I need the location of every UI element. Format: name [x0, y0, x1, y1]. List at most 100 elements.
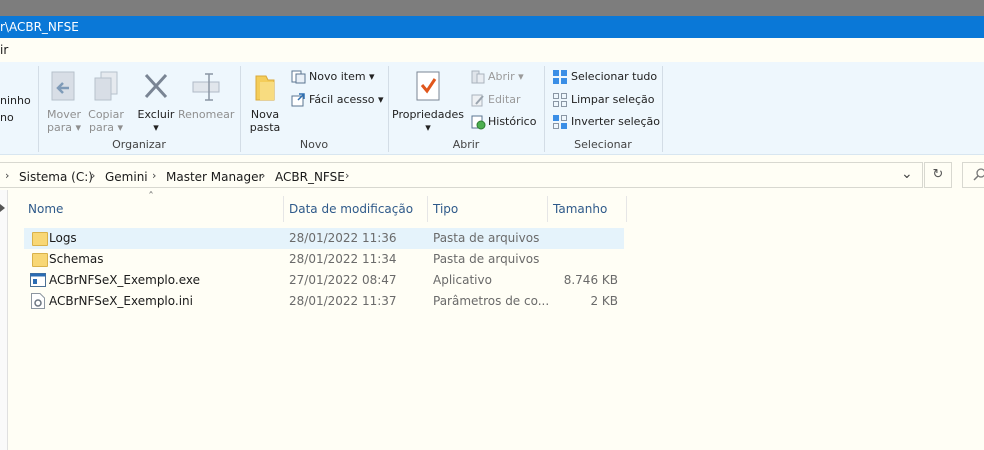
file-modified: 28/01/2022 11:37	[289, 294, 397, 308]
file-row-schemas[interactable]: Schemas 28/01/2022 11:34 Pasta de arquiv…	[24, 249, 624, 270]
breadcrumb-chevron-icon[interactable]: ›	[91, 169, 95, 182]
column-header-type[interactable]: Tipo	[433, 202, 458, 218]
breadcrumb-item-gemini[interactable]: Gemini	[105, 170, 148, 184]
rename-button[interactable]: Renomear	[178, 70, 234, 121]
file-type: Aplicativo	[433, 273, 492, 287]
select-all-button[interactable]: Selecionar tudo	[552, 68, 657, 86]
collapse-arrow-icon[interactable]	[0, 204, 6, 212]
breadcrumb-chevron-icon[interactable]: ›	[5, 169, 9, 182]
new-item-label: Novo item ▾	[309, 70, 375, 83]
move-to-label: Mover	[46, 108, 82, 121]
desktop-strip	[0, 0, 984, 16]
search-icon	[973, 168, 984, 181]
file-row-logs[interactable]: Logs 28/01/2022 11:36 Pasta de arquivos	[24, 228, 624, 249]
new-folder-button[interactable]: Nova pasta	[246, 70, 284, 134]
column-header-modified[interactable]: Data de modificação	[289, 202, 413, 218]
open-icon	[471, 70, 485, 84]
ribbon-partial-line2: no	[0, 111, 14, 124]
delete-label: Excluir	[137, 108, 175, 121]
move-to-icon	[51, 71, 75, 101]
exe-icon	[30, 273, 46, 287]
title-bar[interactable]: r\ACBR_NFSE	[0, 16, 984, 38]
new-folder-label: Nova	[250, 108, 280, 121]
window-title: r\ACBR_NFSE	[0, 20, 79, 34]
properties-icon	[416, 71, 440, 101]
invert-selection-button[interactable]: Inverter seleção	[552, 113, 660, 131]
history-icon	[471, 115, 486, 130]
new-folder-icon	[255, 75, 275, 101]
file-modified: 28/01/2022 11:36	[289, 231, 397, 245]
refresh-button[interactable]: ↻	[924, 162, 952, 188]
breadcrumb-item-sistema[interactable]: Sistema (C:)	[19, 170, 93, 184]
clear-selection-button[interactable]: Limpar seleção	[552, 91, 654, 109]
easy-access-icon	[291, 93, 305, 107]
delete-button[interactable]: Excluir ▾	[134, 70, 178, 134]
folder-icon	[32, 232, 48, 246]
move-to-label-2: para ▾	[46, 121, 81, 134]
delete-x-icon	[144, 73, 168, 99]
breadcrumb-chevron-icon[interactable]: ›	[261, 169, 265, 182]
select-all-icon	[553, 70, 567, 84]
copy-to-label-2: para ▾	[88, 121, 123, 134]
file-type: Pasta de arquivos	[433, 231, 540, 245]
edit-label: Editar	[488, 93, 521, 106]
breadcrumb-item-acbr-nfse[interactable]: ACBR_NFSE	[275, 170, 345, 184]
open-label: Abrir ▾	[488, 70, 524, 83]
move-to-button[interactable]: Mover para ▾	[44, 70, 84, 134]
file-type: Pasta de arquivos	[433, 252, 540, 266]
easy-access-label: Fácil acesso ▾	[309, 93, 384, 106]
properties-label: Propriedades	[392, 108, 464, 121]
new-item-icon	[291, 70, 306, 84]
copy-to-icon	[94, 71, 118, 101]
open-button[interactable]: Abrir ▾	[470, 68, 524, 86]
breadcrumb[interactable]: › Sistema (C:) › Gemini › Master Manager…	[0, 162, 923, 188]
edit-button[interactable]: Editar	[470, 91, 521, 109]
file-row-ini[interactable]: ACBrNFSeX_Exemplo.ini 28/01/2022 11:37 P…	[24, 291, 624, 312]
rename-icon	[192, 73, 220, 101]
sort-ascending-icon: ˆ	[148, 190, 154, 204]
ribbon-partial-button[interactable]: ninho no	[0, 94, 31, 124]
delete-dropdown-arrow[interactable]: ▾	[134, 121, 178, 134]
navigation-pane[interactable]	[0, 190, 8, 450]
folder-icon	[32, 253, 48, 267]
column-divider[interactable]	[626, 196, 627, 222]
history-label: Histórico	[488, 115, 537, 128]
new-folder-label-2: pasta	[249, 121, 281, 134]
invert-selection-icon	[553, 115, 567, 129]
new-item-button[interactable]: Novo item ▾	[290, 68, 375, 86]
history-button[interactable]: Histórico	[470, 113, 536, 131]
group-label-novo: Novo	[299, 138, 329, 151]
edit-pencil-icon	[471, 94, 484, 107]
clear-selection-icon	[553, 93, 567, 107]
invert-selection-label: Inverter seleção	[571, 115, 660, 128]
column-header-size[interactable]: Tamanho	[553, 202, 607, 218]
properties-dropdown-arrow[interactable]: ▾	[392, 121, 464, 134]
file-type: Parâmetros de co...	[433, 294, 550, 308]
copy-to-label: Copiar	[88, 108, 124, 121]
menu-tab-partial[interactable]: ir	[0, 43, 8, 57]
file-name: ACBrNFSeX_Exemplo.ini	[49, 294, 193, 308]
ribbon: ninho no Mover para ▾ Copiar para ▾ Excl…	[0, 62, 984, 155]
refresh-icon: ↻	[932, 167, 944, 182]
file-name: Logs	[49, 231, 77, 245]
column-divider[interactable]	[427, 196, 428, 222]
search-input[interactable]	[962, 162, 984, 188]
breadcrumb-item-master-manager[interactable]: Master Manager	[166, 170, 263, 184]
column-divider[interactable]	[283, 196, 284, 222]
breadcrumb-chevron-icon[interactable]: ›	[345, 169, 349, 182]
file-size: 2 KB	[590, 294, 618, 308]
easy-access-button[interactable]: Fácil acesso ▾	[290, 91, 383, 109]
ribbon-separator	[662, 66, 663, 152]
file-name: Schemas	[49, 252, 104, 266]
column-divider[interactable]	[547, 196, 548, 222]
properties-button[interactable]: Propriedades ▾	[392, 70, 464, 134]
address-dropdown-icon[interactable]: ⌄	[901, 166, 913, 182]
breadcrumb-chevron-icon[interactable]: ›	[152, 169, 156, 182]
ribbon-partial-line1: ninho	[0, 94, 31, 107]
rename-label: Renomear	[178, 108, 235, 121]
copy-to-button[interactable]: Copiar para ▾	[86, 70, 126, 134]
file-modified: 28/01/2022 11:34	[289, 252, 397, 266]
column-header-name[interactable]: Nome	[28, 202, 63, 218]
file-size: 8.746 KB	[563, 273, 618, 287]
file-row-exe[interactable]: ACBrNFSeX_Exemplo.exe 27/01/2022 08:47 A…	[24, 270, 624, 291]
